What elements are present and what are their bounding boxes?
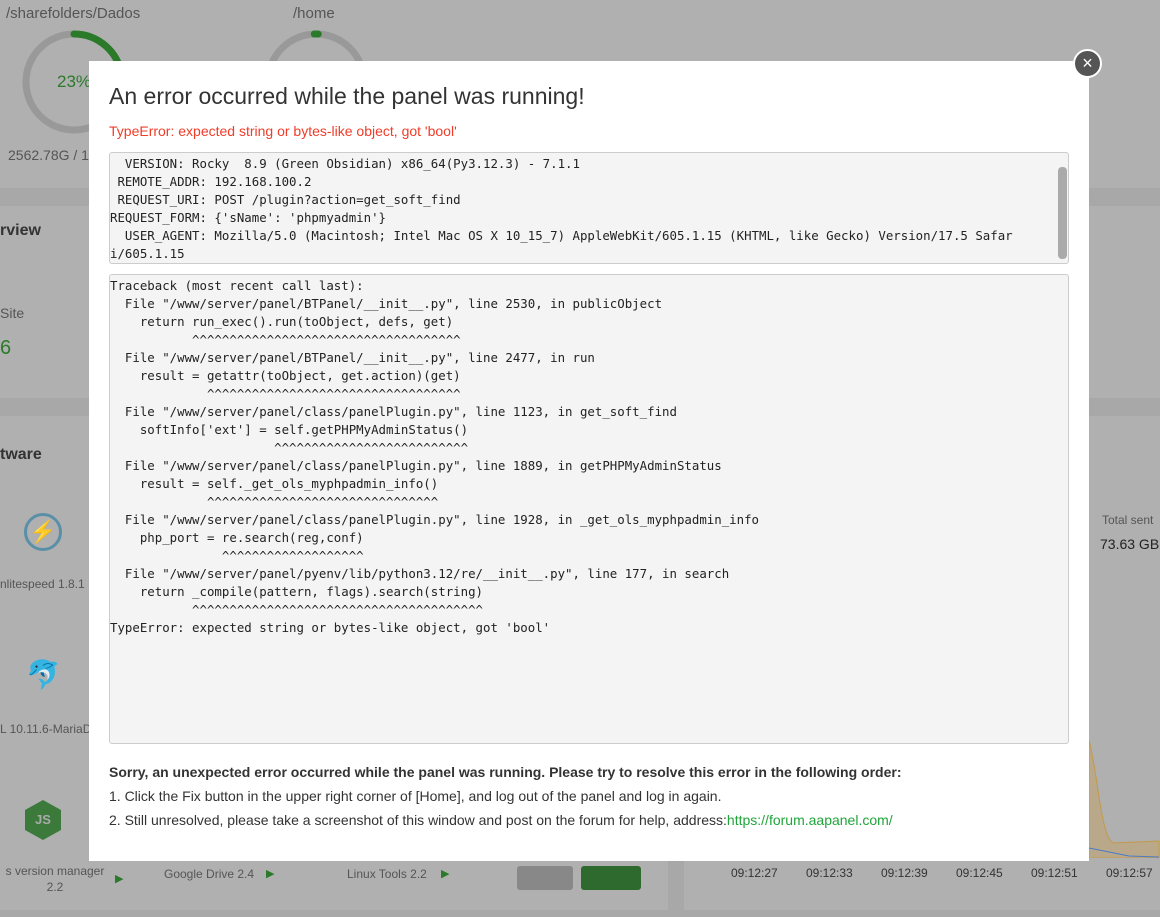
help-title: Sorry, an unexpected error occurred whil… [109,764,902,780]
chart-time-tick: 09:12:27 [731,866,778,880]
total-sent-label: Total sent [1102,513,1154,527]
software-name[interactable]: s version manager 2.2 [0,863,110,895]
disk-path: /sharefolders/Dados [6,5,141,22]
chart-time-tick: 09:12:57 [1106,866,1153,880]
forum-link[interactable]: https://forum.aapanel.com/ [727,812,893,828]
play-icon[interactable]: ▶ [115,872,123,885]
help-step-2: 2. Still unresolved, please take a scree… [109,812,893,828]
software-heading: tware [0,446,42,463]
error-message: TypeError: expected string or bytes-like… [109,123,457,139]
software-name[interactable]: Linux Tools 2.2 [347,867,427,881]
play-icon[interactable]: ▶ [441,867,449,880]
green-button[interactable] [581,866,641,890]
site-label: Site [0,305,25,321]
overview-heading: rview [0,222,41,239]
gray-button[interactable] [517,866,573,890]
chart-time-tick: 09:12:51 [1031,866,1078,880]
software-name[interactable]: L 10.11.6-MariaD [0,722,91,736]
traffic-chart-area [1089,740,1160,858]
disk-path: /home [293,5,335,22]
chart-time-tick: 09:12:39 [881,866,928,880]
disk-size: 2562.78G / 1 [8,147,89,163]
litespeed-icon: ⚡ [24,513,62,551]
request-info: VERSION: Rocky 8.9 (Green Obsidian) x86_… [110,156,1013,261]
traceback: Traceback (most recent call last): File … [110,278,760,635]
dialog-title: An error occurred while the panel was ru… [109,83,585,109]
help-step-1: 1. Click the Fix button in the upper rig… [109,788,722,804]
total-sent-value: 73.63 GB [1100,536,1160,552]
disk-percent: 23% [57,72,92,91]
close-icon[interactable]: × [1073,49,1102,78]
site-count[interactable]: 6 [0,337,11,360]
chart-time-tick: 09:12:45 [956,866,1003,880]
software-name[interactable]: Google Drive 2.4 [164,867,254,881]
software-name[interactable]: nlitespeed 1.8.1 [0,577,85,591]
scrollbar[interactable] [1058,167,1067,259]
error-dialog: An error occurred while the panel was ru… [89,61,1089,861]
chart-time-tick: 09:12:33 [806,866,853,880]
play-icon[interactable]: ▶ [266,867,274,880]
request-info-box[interactable]: VERSION: Rocky 8.9 (Green Obsidian) x86_… [109,152,1069,264]
help-step-2-text: 2. Still unresolved, please take a scree… [109,812,727,828]
mysql-icon: 🐬 [26,659,61,690]
traceback-box[interactable]: Traceback (most recent call last): File … [109,274,1069,744]
